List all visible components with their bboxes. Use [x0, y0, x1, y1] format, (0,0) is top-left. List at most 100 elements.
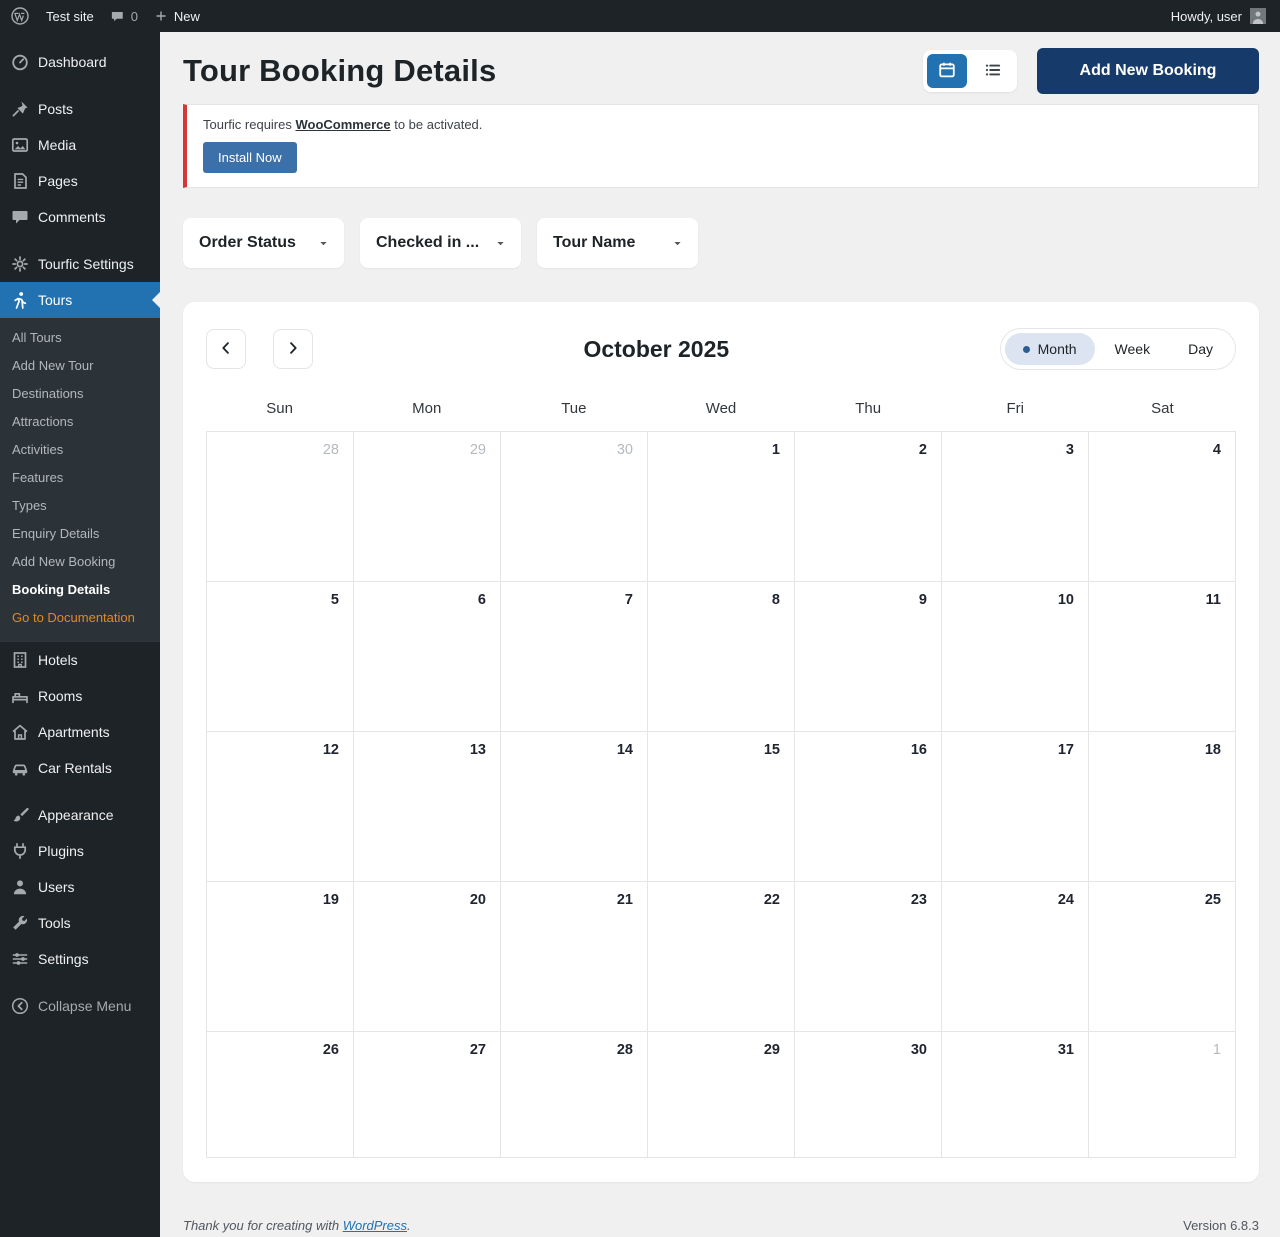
- calendar-nav: [206, 329, 313, 369]
- submenu-item-add-new-tour[interactable]: Add New Tour: [0, 352, 160, 380]
- sidebar-item-posts[interactable]: Posts: [0, 91, 160, 127]
- calendar-title: October 2025: [313, 336, 1000, 363]
- calendar-day-27[interactable]: 27: [354, 1032, 501, 1158]
- users-icon: [10, 877, 30, 897]
- sidebar-item-dashboard[interactable]: Dashboard: [0, 44, 160, 80]
- calendar-day-1[interactable]: 1: [648, 432, 795, 582]
- sidebar-item-car-rentals[interactable]: Car Rentals: [0, 750, 160, 786]
- day-number: 15: [764, 742, 780, 758]
- avatar: [1250, 8, 1266, 24]
- calendar-day-12[interactable]: 12: [207, 732, 354, 882]
- calendar-day-30-adjacent[interactable]: 30: [501, 432, 648, 582]
- calendar-day-8[interactable]: 8: [648, 582, 795, 732]
- calendar-day-23[interactable]: 23: [795, 882, 942, 1032]
- calendar-day-15[interactable]: 15: [648, 732, 795, 882]
- calendar-day-29-adjacent[interactable]: 29: [354, 432, 501, 582]
- sidebar-item-collapse-menu[interactable]: Collapse Menu: [0, 988, 160, 1024]
- submenu-item-all-tours[interactable]: All Tours: [0, 324, 160, 352]
- submenu-item-enquiry-details[interactable]: Enquiry Details: [0, 520, 160, 548]
- calendar-day-3[interactable]: 3: [942, 432, 1089, 582]
- calendar-day-14[interactable]: 14: [501, 732, 648, 882]
- submenu-item-attractions[interactable]: Attractions: [0, 408, 160, 436]
- calendar-day-31[interactable]: 31: [942, 1032, 1089, 1158]
- sidebar-item-apartments[interactable]: Apartments: [0, 714, 160, 750]
- sidebar-item-comments[interactable]: Comments: [0, 199, 160, 235]
- calendar-day-2[interactable]: 2: [795, 432, 942, 582]
- sidebar-item-pages[interactable]: Pages: [0, 163, 160, 199]
- submenu-item-types[interactable]: Types: [0, 492, 160, 520]
- calendar-day-7[interactable]: 7: [501, 582, 648, 732]
- admin-bar-account[interactable]: Howdy, user: [1171, 8, 1266, 24]
- submenu-item-add-new-booking[interactable]: Add New Booking: [0, 548, 160, 576]
- filter-tour-name[interactable]: Tour Name: [537, 218, 698, 268]
- submenu-item-activities[interactable]: Activities: [0, 436, 160, 464]
- sidebar-item-media[interactable]: Media: [0, 127, 160, 163]
- prev-month-button[interactable]: [206, 329, 246, 369]
- sidebar-item-rooms[interactable]: Rooms: [0, 678, 160, 714]
- sidebar-item-plugins[interactable]: Plugins: [0, 833, 160, 869]
- day-number: 14: [617, 742, 633, 758]
- woocommerce-link[interactable]: WooCommerce: [295, 117, 390, 132]
- calendar-day-28-adjacent[interactable]: 28: [207, 432, 354, 582]
- calendar-day-9[interactable]: 9: [795, 582, 942, 732]
- calendar-day-24[interactable]: 24: [942, 882, 1089, 1032]
- calendar-day-17[interactable]: 17: [942, 732, 1089, 882]
- admin-footer: Thank you for creating with WordPress. V…: [183, 1218, 1259, 1233]
- filter-label: Tour Name: [553, 234, 635, 252]
- wordpress-link[interactable]: WordPress: [343, 1218, 407, 1233]
- sidebar-item-tools[interactable]: Tools: [0, 905, 160, 941]
- view-week-button[interactable]: Week: [1097, 333, 1169, 365]
- calendar-day-13[interactable]: 13: [354, 732, 501, 882]
- submenu-item-destinations[interactable]: Destinations: [0, 380, 160, 408]
- calendar-day-10[interactable]: 10: [942, 582, 1089, 732]
- calendar-day-4[interactable]: 4: [1089, 432, 1236, 582]
- view-month-button[interactable]: Month: [1005, 333, 1095, 365]
- sidebar-item-hotels[interactable]: Hotels: [0, 642, 160, 678]
- calendar-day-29[interactable]: 29: [648, 1032, 795, 1158]
- calendar-day-16[interactable]: 16: [795, 732, 942, 882]
- filter-order-status[interactable]: Order Status: [183, 218, 344, 268]
- sidebar-item-tourfic-settings[interactable]: Tourfic Settings: [0, 246, 160, 282]
- calendar-day-20[interactable]: 20: [354, 882, 501, 1032]
- active-view-dot: [1023, 346, 1030, 353]
- sidebar-item-tours[interactable]: Tours: [0, 282, 160, 318]
- calendar-day-21[interactable]: 21: [501, 882, 648, 1032]
- submenu-item-booking-details[interactable]: Booking Details: [0, 576, 160, 604]
- submenu-item-go-to-documentation[interactable]: Go to Documentation: [0, 604, 160, 632]
- calendar-day-28[interactable]: 28: [501, 1032, 648, 1158]
- list-view-button[interactable]: [973, 54, 1013, 88]
- calendar-day-11[interactable]: 11: [1089, 582, 1236, 732]
- calendar-day-26[interactable]: 26: [207, 1032, 354, 1158]
- calendar-day-18[interactable]: 18: [1089, 732, 1236, 882]
- comments-count: 0: [131, 9, 138, 24]
- submenu-item-features[interactable]: Features: [0, 464, 160, 492]
- calendar-day-25[interactable]: 25: [1089, 882, 1236, 1032]
- day-number: 7: [625, 592, 633, 608]
- filter-checked-in[interactable]: Checked in ...: [360, 218, 521, 268]
- view-day-button[interactable]: Day: [1170, 333, 1231, 365]
- calendar-day-19[interactable]: 19: [207, 882, 354, 1032]
- day-number: 19: [323, 892, 339, 908]
- weekday-sat: Sat: [1089, 400, 1236, 417]
- day-number: 3: [1066, 442, 1074, 458]
- sidebar-item-label: Car Rentals: [38, 759, 112, 777]
- add-new-booking-button[interactable]: Add New Booking: [1037, 48, 1259, 94]
- sidebar-item-appearance[interactable]: Appearance: [0, 797, 160, 833]
- sidebar-item-label: Apartments: [38, 723, 110, 741]
- sidebar-item-settings[interactable]: Settings: [0, 941, 160, 977]
- admin-bar-site-name[interactable]: Test site: [46, 9, 94, 24]
- calendar-day-5[interactable]: 5: [207, 582, 354, 732]
- next-month-button[interactable]: [273, 329, 313, 369]
- notice-text: Tourfic requires WooCommerce to be activ…: [203, 117, 1242, 132]
- calendar-day-1-adjacent[interactable]: 1: [1089, 1032, 1236, 1158]
- sidebar-item-users[interactable]: Users: [0, 869, 160, 905]
- admin-bar-new[interactable]: New: [154, 9, 200, 24]
- calendar-day-6[interactable]: 6: [354, 582, 501, 732]
- calendar-day-22[interactable]: 22: [648, 882, 795, 1032]
- admin-bar-comments[interactable]: 0: [110, 9, 138, 24]
- calendar-day-30[interactable]: 30: [795, 1032, 942, 1158]
- calendar-view-button[interactable]: [927, 54, 967, 88]
- tools-icon: [10, 913, 30, 933]
- install-now-button[interactable]: Install Now: [203, 142, 297, 173]
- wordpress-logo[interactable]: [10, 6, 30, 26]
